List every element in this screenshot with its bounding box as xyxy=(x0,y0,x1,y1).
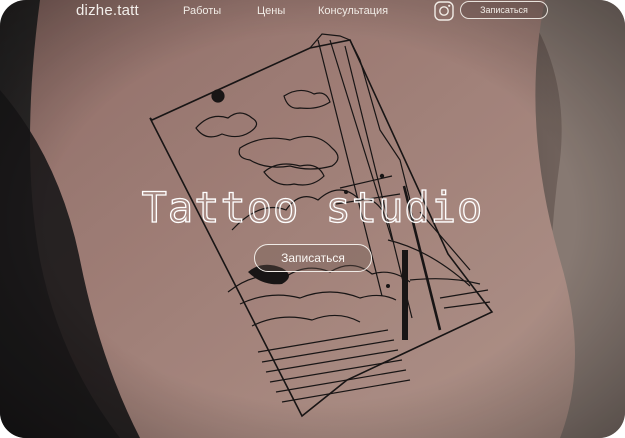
nav-link-prices[interactable]: Цены xyxy=(257,5,285,17)
book-button-hero[interactable]: Записаться xyxy=(254,244,372,272)
logo[interactable]: dizhe.tatt xyxy=(76,2,139,19)
hero-title: Tattoo studio xyxy=(141,182,484,232)
nav-link-works[interactable]: Работы xyxy=(183,5,221,17)
app-frame: dizhe.tatt Работы Цены Консультация Запи… xyxy=(0,0,625,438)
instagram-icon[interactable] xyxy=(433,0,455,22)
book-button-header[interactable]: Записаться xyxy=(460,1,548,19)
top-nav: dizhe.tatt Работы Цены Консультация Запи… xyxy=(0,0,625,24)
nav-link-consultation[interactable]: Консультация xyxy=(318,5,388,17)
